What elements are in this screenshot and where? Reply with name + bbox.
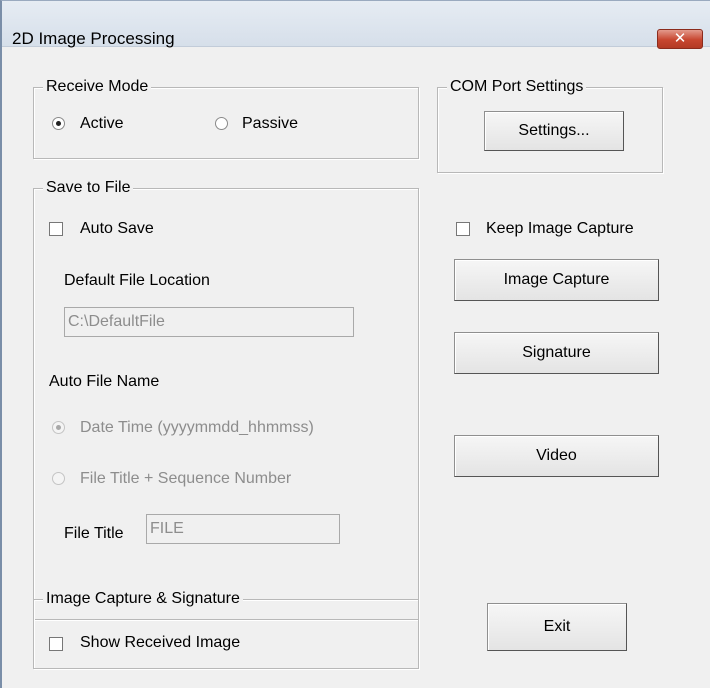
video-button[interactable]: Video	[454, 435, 659, 477]
file-title-field: FILE	[146, 514, 340, 544]
passive-radio-label[interactable]: Passive	[242, 114, 298, 134]
settings-button[interactable]: Settings...	[484, 111, 624, 151]
auto-save-label[interactable]: Auto Save	[80, 219, 154, 239]
file-title-sequence-radio-label: File Title + Sequence Number	[80, 470, 292, 487]
auto-file-name-label: Auto File Name	[49, 373, 160, 390]
image-capture-signature-legend: Image Capture & Signature	[43, 589, 243, 609]
auto-save-checkbox[interactable]	[49, 222, 63, 236]
save-to-file-group: Save to File	[33, 178, 419, 620]
active-radio-label[interactable]: Active	[80, 114, 124, 134]
show-received-image-label[interactable]: Show Received Image	[80, 633, 240, 653]
dialog-client-area: Receive Mode Active Passive COM Port Set…	[2, 47, 710, 689]
active-radio[interactable]	[52, 117, 65, 130]
show-received-image-checkbox[interactable]	[49, 637, 63, 651]
signature-button[interactable]: Signature	[454, 332, 659, 374]
file-title-sequence-radio	[52, 472, 65, 485]
default-file-location-field: C:\DefaultFile	[64, 307, 354, 337]
exit-button[interactable]: Exit	[487, 603, 627, 651]
passive-radio[interactable]	[215, 117, 228, 130]
date-time-radio-label: Date Time (yyyymmdd_hhmmss)	[80, 419, 314, 436]
title-bar[interactable]: 2D Image Processing ✕	[2, 1, 710, 49]
file-title-label: File Title	[64, 525, 124, 542]
close-button[interactable]: ✕	[657, 29, 703, 49]
date-time-radio	[52, 421, 65, 434]
com-port-legend: COM Port Settings	[447, 77, 587, 97]
dialog-window: 2D Image Processing ✕ Receive Mode Activ…	[0, 0, 710, 688]
close-icon: ✕	[673, 30, 687, 47]
receive-mode-legend: Receive Mode	[43, 77, 152, 97]
image-capture-button[interactable]: Image Capture	[454, 259, 659, 301]
default-file-location-label: Default File Location	[64, 272, 210, 289]
window-title: 2D Image Processing	[12, 29, 175, 48]
save-to-file-legend: Save to File	[43, 178, 134, 198]
keep-image-capture-label[interactable]: Keep Image Capture	[486, 219, 634, 239]
keep-image-capture-checkbox[interactable]	[456, 222, 470, 236]
